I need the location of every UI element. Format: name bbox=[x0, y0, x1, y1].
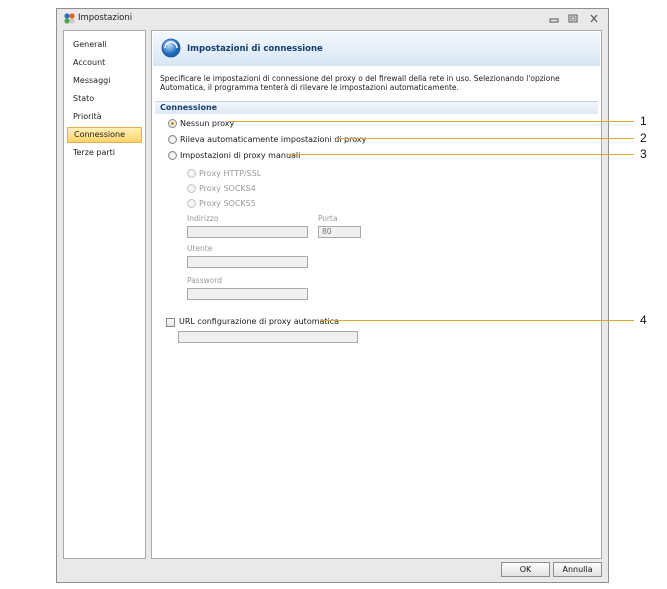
radio-indicator[interactable] bbox=[168, 119, 177, 128]
section-title: Connessione bbox=[160, 103, 218, 112]
address-field[interactable] bbox=[187, 226, 308, 238]
port-field[interactable]: 80 bbox=[318, 226, 361, 238]
callout-number-2: 2 bbox=[640, 131, 647, 145]
globe-icon bbox=[161, 38, 181, 58]
address-label: Indirizzo bbox=[187, 214, 219, 223]
radio-indicator[interactable] bbox=[168, 135, 177, 144]
page-description: Specificare le impostazioni di connessio… bbox=[160, 74, 560, 92]
password-label: Password bbox=[187, 276, 223, 285]
proxy-socks4-label: Proxy SOCKS4 bbox=[199, 184, 256, 193]
proxy-socks5-label: Proxy SOCKS5 bbox=[199, 199, 256, 208]
ok-button[interactable]: OK bbox=[501, 562, 550, 577]
settings-nav: Generali Account Messaggi Stato Priorità… bbox=[63, 30, 146, 559]
manual-proxy-radio[interactable]: Impostazioni di proxy manuali bbox=[168, 150, 301, 162]
auto-config-checkbox[interactable] bbox=[166, 318, 175, 327]
proxy-http-radio[interactable]: Proxy HTTP/SSL bbox=[187, 168, 267, 180]
user-label: Utente bbox=[187, 244, 213, 253]
close-icon[interactable] bbox=[588, 13, 600, 24]
callout-number-3: 3 bbox=[640, 147, 647, 161]
auto-config-url-field[interactable] bbox=[178, 331, 358, 343]
page-title: Impostazioni di connessione bbox=[187, 44, 323, 54]
cancel-button[interactable]: Annulla bbox=[553, 562, 602, 577]
section-header: Connessione bbox=[155, 101, 598, 114]
app-icon bbox=[64, 13, 75, 24]
proxy-http-label: Proxy HTTP/SSL bbox=[199, 169, 262, 178]
sidebar-item-messaggi[interactable]: Messaggi bbox=[67, 73, 142, 89]
sidebar-item-account[interactable]: Account bbox=[67, 55, 142, 71]
radio-indicator[interactable] bbox=[187, 184, 196, 193]
radio-indicator[interactable] bbox=[187, 169, 196, 178]
panel-header: Impostazioni di connessione bbox=[153, 32, 600, 66]
callout-line-3 bbox=[288, 154, 634, 155]
callout-line-1 bbox=[228, 121, 634, 122]
radio-indicator[interactable] bbox=[168, 151, 177, 160]
maximize-icon[interactable] bbox=[567, 13, 579, 24]
auto-detect-label: Rileva automaticamente impostazioni di p… bbox=[180, 135, 367, 144]
callout-line-4 bbox=[320, 320, 634, 321]
callout-number-1: 1 bbox=[640, 114, 647, 128]
no-proxy-label: Nessun proxy bbox=[180, 119, 235, 128]
minimize-icon[interactable] bbox=[548, 13, 560, 24]
title-bar[interactable]: Impostazioni bbox=[57, 9, 608, 29]
port-label: Porta bbox=[318, 214, 338, 223]
sidebar-item-connessione[interactable]: Connessione bbox=[67, 127, 142, 143]
proxy-socks4-radio[interactable]: Proxy SOCKS4 bbox=[187, 183, 267, 195]
radio-indicator[interactable] bbox=[187, 199, 196, 208]
auto-detect-radio[interactable]: Rileva automaticamente impostazioni di p… bbox=[168, 134, 366, 146]
settings-window: Impostazioni Generali Account Messaggi S… bbox=[56, 8, 609, 583]
password-field[interactable] bbox=[187, 288, 308, 300]
window-title: Impostazioni bbox=[78, 13, 133, 23]
manual-proxy-label: Impostazioni di proxy manuali bbox=[180, 151, 301, 160]
proxy-socks5-radio[interactable]: Proxy SOCKS5 bbox=[187, 198, 267, 210]
callout-line-2 bbox=[338, 138, 634, 139]
user-field[interactable] bbox=[187, 256, 308, 268]
settings-panel: Impostazioni di connessione Specificare … bbox=[151, 30, 602, 559]
sidebar-item-stato[interactable]: Stato bbox=[67, 91, 142, 107]
no-proxy-radio[interactable]: Nessun proxy bbox=[168, 118, 258, 130]
sidebar-item-terze-parti[interactable]: Terze parti bbox=[67, 145, 142, 161]
sidebar-item-priorita[interactable]: Priorità bbox=[67, 109, 142, 125]
sidebar-item-generali[interactable]: Generali bbox=[67, 37, 142, 53]
auto-config-label: URL configurazione di proxy automatica bbox=[179, 317, 340, 326]
callout-number-4: 4 bbox=[640, 313, 647, 327]
